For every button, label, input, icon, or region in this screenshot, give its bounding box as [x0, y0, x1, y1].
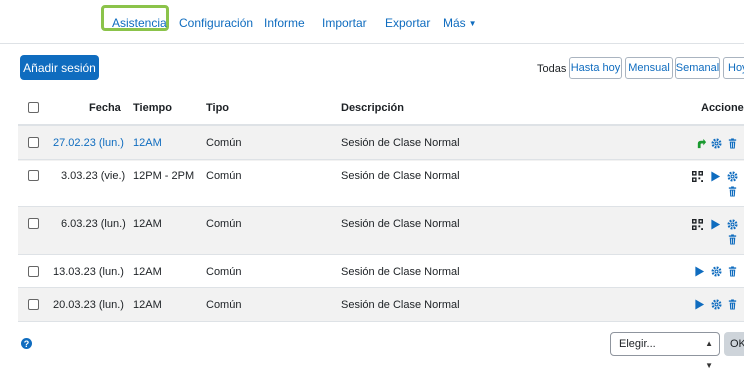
session-time: 12AM	[133, 299, 162, 311]
gear-icon[interactable]	[727, 219, 738, 230]
tab-asistencia[interactable]: Asistencia	[112, 16, 167, 30]
tab-configuracion[interactable]: Configuración	[179, 16, 253, 30]
session-type: Común	[206, 218, 242, 230]
filter-weekly-button[interactable]: Semanal	[675, 57, 720, 79]
filter-monthly-button[interactable]: Mensual	[625, 57, 673, 79]
row-checkbox[interactable]	[28, 170, 39, 181]
session-time: 12PM - 2PM	[133, 170, 195, 182]
session-description: Sesión de Clase Normal	[341, 137, 460, 149]
row-checkbox[interactable]	[28, 266, 39, 277]
tab-mas[interactable]: Más ▼	[443, 16, 477, 30]
session-date-link[interactable]: 27.02.23 (lun.)	[53, 137, 124, 149]
session-type: Común	[206, 137, 242, 149]
tab-exportar[interactable]: Exportar	[385, 16, 430, 30]
qr-code-icon[interactable]	[692, 219, 703, 230]
row-checkbox[interactable]	[28, 218, 39, 229]
session-type: Común	[206, 299, 242, 311]
qr-code-icon[interactable]	[692, 171, 703, 182]
session-time: 12AM	[133, 218, 162, 230]
session-time: 12AM	[133, 266, 162, 278]
column-header-description: Descripción	[341, 102, 404, 114]
row-checkbox[interactable]	[28, 137, 39, 148]
session-type: Común	[206, 170, 242, 182]
session-date: 3.03.23 (vie.)	[61, 170, 126, 182]
filter-all[interactable]: Todas	[537, 63, 566, 75]
column-header-type[interactable]: Tipo	[206, 102, 229, 114]
secondary-navigation: Asistencia Configuración Informe Importa…	[0, 0, 744, 44]
column-header-date[interactable]: Fecha	[89, 102, 121, 114]
gear-icon[interactable]	[711, 299, 722, 310]
session-date: 20.03.23 (lun.)	[53, 299, 124, 311]
filter-today-button[interactable]: Hoy	[723, 57, 744, 79]
table-row	[18, 159, 744, 207]
add-session-button[interactable]: Añadir sesión	[20, 55, 99, 80]
take-attendance-icon[interactable]	[696, 138, 707, 149]
play-icon[interactable]	[710, 171, 721, 182]
gear-icon[interactable]	[711, 138, 722, 149]
tab-importar[interactable]: Importar	[322, 16, 367, 30]
gear-icon[interactable]	[711, 266, 722, 277]
session-description: Sesión de Clase Normal	[341, 266, 460, 278]
session-date: 6.03.23 (lun.)	[61, 218, 126, 230]
trash-icon[interactable]	[727, 138, 738, 149]
ok-button[interactable]: OK	[724, 332, 744, 356]
session-type: Común	[206, 266, 242, 278]
chevron-down-icon: ▼	[468, 19, 477, 28]
bulk-action-select[interactable]: Elegir... ▲ ▼	[610, 332, 720, 370]
trash-icon[interactable]	[727, 266, 738, 277]
session-description: Sesión de Clase Normal	[341, 299, 460, 311]
session-description: Sesión de Clase Normal	[341, 170, 460, 182]
column-header-time[interactable]: Tiempo	[133, 102, 172, 114]
play-icon[interactable]	[694, 299, 705, 310]
trash-icon[interactable]	[727, 299, 738, 310]
play-icon[interactable]	[694, 266, 705, 277]
bulk-action-select-value: Elegir...	[619, 338, 656, 350]
gear-icon[interactable]	[727, 171, 738, 182]
trash-icon[interactable]	[727, 234, 738, 245]
session-date: 13.03.23 (lun.)	[53, 266, 124, 278]
tab-informe[interactable]: Informe	[264, 16, 305, 30]
row-checkbox[interactable]	[28, 299, 39, 310]
tab-mas-label: Más	[443, 16, 466, 30]
help-icon[interactable]: ?	[21, 338, 32, 349]
session-description: Sesión de Clase Normal	[341, 218, 460, 230]
select-arrows-icon: ▲ ▼	[705, 339, 713, 370]
session-time-link[interactable]: 12AM	[133, 137, 162, 149]
column-header-actions: Acciones	[701, 102, 744, 114]
play-icon[interactable]	[710, 219, 721, 230]
select-all-checkbox[interactable]	[28, 102, 39, 113]
filter-until-today-button[interactable]: Hasta hoy	[569, 57, 622, 79]
table-row	[18, 206, 744, 255]
trash-icon[interactable]	[727, 186, 738, 197]
